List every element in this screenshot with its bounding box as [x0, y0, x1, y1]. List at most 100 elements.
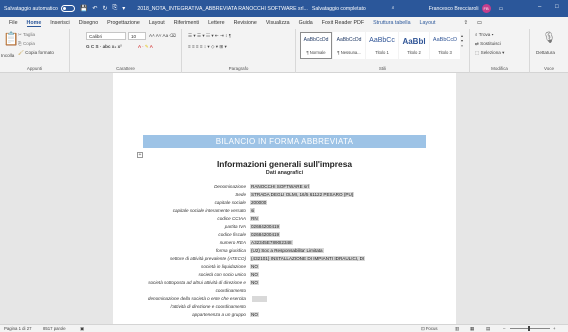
field-value[interactable]: 02684200419: [250, 231, 456, 239]
font-name-select[interactable]: Calibri: [86, 32, 126, 40]
focus-button[interactable]: ⊡ Focus: [421, 326, 438, 332]
empty-field-cell[interactable]: [252, 295, 267, 302]
cut-button[interactable]: ✂ Taglia: [18, 32, 35, 38]
replace-icon: ⇄: [475, 41, 479, 46]
grow-shrink-font-icon[interactable]: A˄ A˅ Aa ⌫: [149, 33, 176, 39]
ribbon: 📋 Incolla ✂ Taglia ⎘ Copia 🖌 Copia forma…: [0, 29, 568, 73]
styles-scroll-icon[interactable]: ▴ ▾ ▿: [461, 33, 463, 48]
highlight-icon[interactable]: ✎: [145, 44, 149, 49]
select-button[interactable]: ⬚ Seleziona ▾: [475, 50, 504, 56]
page-count[interactable]: Pagina 1 di 27: [4, 326, 31, 331]
comments-icon[interactable]: ▭: [477, 20, 482, 26]
tab-view[interactable]: Visualizza: [266, 20, 290, 26]
tab-home[interactable]: Home: [26, 20, 42, 27]
tab-review[interactable]: Revisione: [234, 20, 257, 26]
copy-icon[interactable]: ⎘: [112, 5, 117, 12]
tab-draw[interactable]: Disegno: [79, 20, 98, 26]
tab-help[interactable]: Guida: [299, 20, 313, 26]
tab-file[interactable]: File: [9, 20, 18, 26]
copy-button[interactable]: ⎘ Copia: [18, 41, 35, 46]
microphone-icon[interactable]: 🎙: [542, 31, 556, 44]
select-icon: ⬚: [475, 50, 480, 55]
field-value[interactable]: NO: [250, 271, 456, 279]
field-value[interactable]: NO: [250, 279, 456, 287]
minimize-icon[interactable]: –: [538, 4, 541, 10]
field-value[interactable]: si: [250, 207, 456, 215]
editing-group-label: Modifica: [491, 66, 508, 71]
print-layout-icon[interactable]: ▦: [470, 326, 474, 332]
table-row: capitale sociale 200000: [113, 199, 456, 207]
find-button[interactable]: ⌕ Trova ▾: [475, 32, 494, 37]
align-buttons-icon[interactable]: ≡ ≡ ≡ ≡ ↕ ▾ ◇ ▾ ⊞ ▾: [188, 44, 227, 50]
style-normal[interactable]: AaBbCcDd ¶ Normale: [300, 32, 332, 59]
zoom-out-icon[interactable]: –: [503, 326, 505, 331]
maximize-icon[interactable]: □: [555, 4, 559, 10]
field-value[interactable]: 02684200419: [250, 223, 456, 231]
field-value[interactable]: [250, 303, 456, 311]
tab-table-design[interactable]: Struttura tabella: [373, 20, 410, 26]
field-label: capitale sociale: [214, 200, 246, 205]
style-no-spacing-sample: AaBbCcDd: [336, 37, 362, 43]
field-value[interactable]: RANOCCHI SOFTWARE srl: [250, 183, 456, 191]
field-value[interactable]: STRADA DEGLI OLMI, 16/5 61122 PESARO (PU…: [250, 191, 456, 199]
field-value[interactable]: RN: [250, 215, 456, 223]
web-layout-icon[interactable]: ▤: [486, 326, 490, 332]
field-value[interactable]: [250, 287, 456, 295]
undo-icon[interactable]: ↶: [92, 5, 97, 12]
field-label: società sottoposta ad altrui attività di…: [148, 280, 246, 285]
list-buttons-icon[interactable]: ☰ ▾ ☰ ▾ ☷ ▾ ⇤ ⇥ ↕ ¶: [188, 33, 231, 39]
autosave-toggle[interactable]: [60, 5, 75, 12]
redo-icon[interactable]: ↻: [102, 5, 107, 12]
field-value[interactable]: (U2) Soc a Responsabilita' Limitata: [250, 247, 456, 255]
dictate-button[interactable]: Dettatura: [536, 50, 555, 55]
user-name[interactable]: Francesco Brecciaroli: [429, 6, 479, 12]
paragraph-group-label: Paragrafo: [228, 66, 249, 71]
text-style-buttons[interactable]: G C S · abc x₂ x²: [86, 44, 122, 49]
zoom-slider[interactable]: [510, 328, 550, 329]
style-heading-1[interactable]: AaBbCc Titolo 1: [366, 32, 398, 59]
tab-layout[interactable]: Layout: [149, 20, 165, 26]
tab-foxit[interactable]: Foxit Reader PDF: [322, 20, 364, 26]
document-page[interactable]: BILANCIO IN FORMA ABBREVIATA + Informazi…: [113, 73, 456, 324]
customize-qat-icon[interactable]: ▾: [122, 5, 125, 12]
paste-button[interactable]: Incolla: [1, 53, 14, 58]
document-workspace[interactable]: BILANCIO IN FORMA ABBREVIATA + Informazi…: [0, 73, 568, 324]
font-size-select[interactable]: 10: [128, 32, 146, 40]
proofing-icon[interactable]: ▣: [80, 326, 84, 332]
field-value-text: NO: [250, 272, 259, 277]
field-value-text: NO: [250, 280, 259, 285]
font-group: Calibri 10 A˄ A˅ Aa ⌫ G C S · abc x₂ x² …: [70, 29, 182, 73]
zoom-in-icon[interactable]: +: [553, 326, 556, 331]
field-value[interactable]: [250, 295, 456, 303]
field-value-text: NO: [250, 264, 259, 269]
style-heading-3[interactable]: AaBbCcD Titolo 3: [430, 32, 460, 59]
style-no-spacing[interactable]: AaBbCcDd ¶ Nessuna...: [333, 32, 365, 59]
field-value[interactable]: NO: [250, 263, 456, 271]
field-value[interactable]: NO: [250, 311, 456, 319]
ribbon-display-icon[interactable]: ▭: [499, 6, 504, 12]
tab-design[interactable]: Progettazione: [107, 20, 140, 26]
table-move-handle-icon[interactable]: +: [137, 152, 143, 158]
style-heading-2[interactable]: AaBbl Titolo 2: [399, 32, 429, 59]
share-icon[interactable]: ⇪: [463, 20, 467, 26]
field-value[interactable]: 200000: [250, 199, 456, 207]
tab-references[interactable]: Riferimenti: [174, 20, 199, 26]
read-mode-icon[interactable]: ▥: [455, 326, 459, 332]
paste-icon[interactable]: 📋: [3, 31, 19, 47]
format-painter-button[interactable]: 🖌 Copia formato: [18, 50, 54, 56]
tab-mailings[interactable]: Lettere: [208, 20, 225, 26]
avatar[interactable]: FB: [481, 4, 491, 13]
clipboard-group: 📋 Incolla ✂ Taglia ⎘ Copia 🖌 Copia forma…: [0, 29, 70, 73]
field-value[interactable]: (432101) INSTALLAZIONE DI IMPIANTI IDRAU…: [250, 255, 456, 263]
tab-table-layout[interactable]: Layout: [420, 20, 436, 26]
font-color-icon[interactable]: A · ✎ A: [138, 44, 153, 50]
word-count[interactable]: 8517 parole: [43, 326, 66, 331]
copy-label: Copia: [22, 41, 35, 46]
tab-insert[interactable]: Inserisci: [50, 20, 69, 26]
field-value[interactable]: A32345E7890I2348: [250, 239, 456, 247]
save-icon[interactable]: 💾: [80, 5, 87, 12]
style-heading-1-sample: AaBbCc: [369, 37, 395, 44]
replace-button[interactable]: ⇄ Sostituisci: [475, 41, 501, 47]
search-icon[interactable]: ⌕: [392, 5, 395, 12]
zoom-slider-knob[interactable]: [528, 326, 530, 331]
